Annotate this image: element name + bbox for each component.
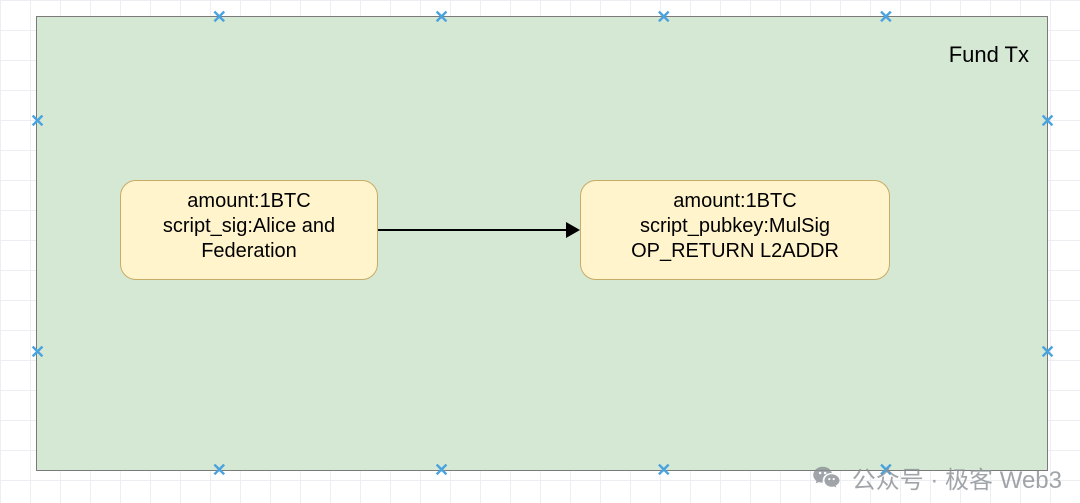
watermark-text: 公众号 · 极客 Web3 (852, 460, 1062, 495)
selection-handle[interactable] (434, 10, 448, 24)
arrow-input-to-output[interactable] (378, 228, 580, 232)
diagram-canvas[interactable]: Fund Tx amount:1BTC script_sig:Alice and… (0, 0, 1080, 503)
selection-handle[interactable] (878, 10, 892, 24)
node-text-line: amount:1BTC (141, 189, 357, 214)
watermark: 公众号 · 极客 Web3 (812, 460, 1062, 495)
container-title: Fund Tx (949, 42, 1029, 68)
tx-output-node[interactable]: amount:1BTC script_pubkey:MulSig OP_RETU… (580, 180, 890, 280)
node-text-line: OP_RETURN L2ADDR (601, 239, 869, 264)
selection-handle[interactable] (212, 463, 226, 477)
selection-handle[interactable] (212, 10, 226, 24)
selection-handle[interactable] (434, 463, 448, 477)
selection-handle[interactable] (1040, 345, 1054, 359)
selection-handle[interactable] (30, 114, 44, 128)
node-text-line: script_sig:Alice and (141, 214, 357, 239)
selection-handle[interactable] (30, 345, 44, 359)
wechat-icon (812, 463, 842, 493)
selection-handle[interactable] (656, 10, 670, 24)
arrow-line (378, 229, 568, 231)
node-text-line: amount:1BTC (601, 189, 869, 214)
tx-input-node[interactable]: amount:1BTC script_sig:Alice and Federat… (120, 180, 378, 280)
selection-handle[interactable] (656, 463, 670, 477)
selection-handle[interactable] (1040, 114, 1054, 128)
node-text-line: Federation (141, 239, 357, 264)
node-text-line: script_pubkey:MulSig (601, 214, 869, 239)
arrow-head-icon (566, 222, 580, 238)
